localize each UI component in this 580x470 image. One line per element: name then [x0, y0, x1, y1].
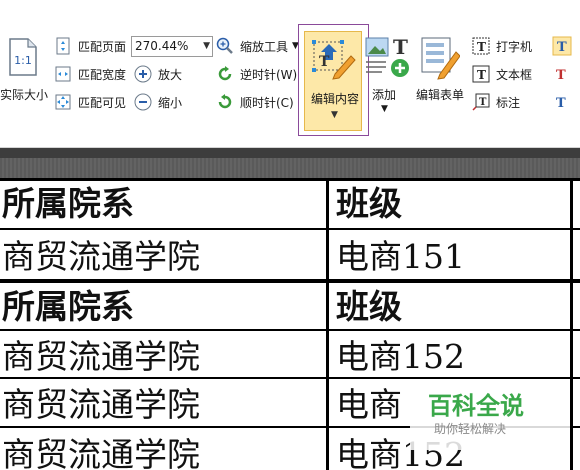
- dept-cell[interactable]: 商贸流通学院: [2, 334, 200, 380]
- zoom-out-button[interactable]: 缩小: [134, 90, 182, 114]
- chevron-down-icon: ▼: [203, 41, 210, 51]
- page-gap: [0, 158, 580, 178]
- table-border: [0, 228, 580, 230]
- class-cell[interactable]: 班级: [336, 181, 402, 227]
- textbox-icon: T: [472, 65, 490, 83]
- fit-visible-button[interactable]: 匹配可见: [54, 90, 126, 114]
- rotate-clockwise-button[interactable]: 顺时针(C): [216, 90, 294, 114]
- typewriter-icon: T: [472, 37, 490, 55]
- svg-text:T: T: [477, 40, 486, 54]
- table-right-border: [570, 178, 573, 470]
- ribbon-toolbar: 1:1 实际大小 匹配页面 匹配宽度 匹配可见 270.44% ▼ 放大 缩小 …: [0, 0, 580, 148]
- zoom-out-label: 缩小: [158, 95, 183, 110]
- viewer-border: [0, 148, 580, 158]
- minus-circle-icon: [134, 93, 152, 111]
- fit-page-icon: [56, 37, 70, 55]
- actual-size-icon: 1:1: [9, 38, 37, 76]
- svg-text:T: T: [393, 35, 408, 59]
- zoom-in-button[interactable]: 放大: [134, 62, 182, 86]
- actual-size-label: 实际大小: [0, 88, 49, 102]
- add-label: 添加: [372, 88, 397, 102]
- zoom-tool-button[interactable]: 缩放工具 ▼: [216, 34, 299, 58]
- class-cell[interactable]: 电商151: [336, 234, 465, 280]
- svg-text:T: T: [477, 68, 486, 82]
- underline-icon[interactable]: T: [552, 92, 572, 112]
- svg-text:T: T: [319, 54, 330, 70]
- callout-button[interactable]: T 标注: [472, 90, 520, 114]
- edit-content-button[interactable]: T 编辑内容 ▼: [298, 24, 369, 136]
- rotate-right-icon: [218, 94, 232, 109]
- svg-text:T: T: [557, 40, 567, 55]
- dept-cell[interactable]: 商贸流通学院: [2, 382, 200, 428]
- svg-text:T: T: [556, 68, 566, 83]
- fit-page-button[interactable]: 匹配页面: [54, 34, 126, 58]
- edit-content-icon: T: [312, 40, 356, 80]
- column-divider: [326, 178, 329, 470]
- dept-cell[interactable]: 商贸流通学院: [2, 432, 200, 470]
- magnifier-icon: [216, 37, 233, 54]
- textbox-button[interactable]: T 文本框: [472, 62, 532, 86]
- watermark-title: 百科全说: [428, 392, 524, 420]
- watermark-subtitle: 助你轻松解决: [434, 422, 507, 436]
- fit-width-button[interactable]: 匹配宽度: [54, 62, 126, 86]
- watermark: 百科全说 助你轻松解决: [410, 380, 570, 450]
- add-button[interactable]: T 添加 ▼: [362, 34, 412, 114]
- fit-page-label: 匹配页面: [78, 39, 127, 54]
- dept-cell[interactable]: 商贸流通学院: [2, 234, 200, 280]
- zoom-level-value: 270.44%: [135, 39, 189, 53]
- zoom-tool-label: 缩放工具: [240, 39, 289, 54]
- rotate-ccw-label: 逆时针(W): [240, 67, 298, 82]
- dept-cell[interactable]: 所属院系: [2, 284, 134, 330]
- rotate-left-icon: [218, 66, 232, 81]
- table-border: [0, 279, 580, 283]
- callout-label: 标注: [496, 95, 521, 110]
- edit-content-label: 编辑内容: [311, 92, 360, 106]
- table-border: [0, 377, 580, 379]
- edit-form-button[interactable]: 编辑表单: [414, 34, 468, 106]
- add-object-icon: T: [365, 35, 409, 77]
- typewriter-button[interactable]: T 打字机: [472, 34, 532, 58]
- text-style-icon[interactable]: T: [552, 36, 572, 56]
- rotate-cw-label: 顺时针(C): [240, 95, 294, 110]
- plus-circle-icon: [134, 65, 152, 83]
- class-cell[interactable]: 班级: [336, 284, 402, 330]
- svg-text:1:1: 1:1: [14, 54, 32, 67]
- table-border: [0, 329, 580, 331]
- svg-text:T: T: [479, 97, 487, 108]
- chevron-down-icon: ▼: [331, 110, 338, 120]
- rotate-counterclockwise-button[interactable]: 逆时针(W): [216, 62, 297, 86]
- edit-content-highlight: T 编辑内容 ▼: [304, 31, 362, 131]
- svg-text:T: T: [556, 96, 566, 111]
- ribbon-overflow-column: T T T: [548, 34, 580, 124]
- fit-visible-icon: [55, 94, 71, 110]
- actual-size-button[interactable]: 1:1 实际大小: [0, 30, 48, 104]
- fit-width-label: 匹配宽度: [78, 67, 127, 82]
- fit-visible-label: 匹配可见: [78, 95, 127, 110]
- strikeout-icon[interactable]: T: [552, 64, 572, 84]
- zoom-level-select[interactable]: 270.44% ▼: [131, 36, 213, 57]
- zoom-in-label: 放大: [158, 67, 183, 82]
- class-cell[interactable]: 电商152: [336, 334, 465, 380]
- fit-width-icon: [55, 66, 71, 82]
- chevron-down-icon: ▼: [381, 104, 388, 114]
- callout-icon: T: [472, 93, 490, 111]
- textbox-label: 文本框: [496, 67, 533, 82]
- edit-form-label: 编辑表单: [416, 88, 465, 102]
- edit-form-icon: [421, 37, 460, 80]
- class-cell[interactable]: 电商: [336, 382, 402, 428]
- typewriter-label: 打字机: [496, 39, 533, 54]
- dept-cell[interactable]: 所属院系: [2, 181, 134, 227]
